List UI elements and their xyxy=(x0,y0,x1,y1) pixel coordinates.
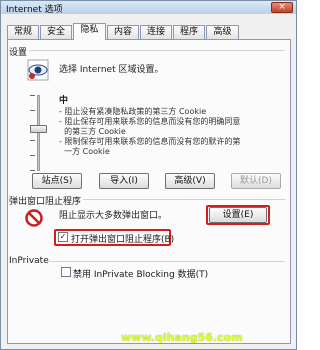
privacy-bullet: - 限制保存可用来联系您的信息而没有您的默许的第 xyxy=(59,137,241,146)
advanced-button[interactable]: 高级(V) xyxy=(165,173,215,189)
inprivate-checkbox[interactable] xyxy=(61,267,71,277)
popup-blocker-description: 阻止显示大多数弹出窗口。 xyxy=(59,211,168,221)
close-button[interactable]: × xyxy=(271,2,293,13)
popup-settings-button[interactable]: 设置(E) xyxy=(209,207,267,223)
slider-tick xyxy=(30,140,35,141)
inprivate-divider xyxy=(49,261,285,262)
privacy-level-label: 中 xyxy=(59,96,69,106)
tab-connections[interactable]: 连接 xyxy=(140,25,172,39)
tab-advanced[interactable]: 高级 xyxy=(206,25,239,39)
settings-divider xyxy=(29,50,285,51)
title-bar: Internet 选项 × xyxy=(1,1,296,15)
default-button[interactable]: 默认(D) xyxy=(231,173,281,189)
inprivate-group-label: InPrivate xyxy=(9,256,49,266)
privacy-panel xyxy=(7,39,291,344)
tab-privacy[interactable]: 隐私 xyxy=(73,23,106,40)
internet-options-dialog: Internet 选项 × 常规 安全 隐私 内容 连接 程序 高级 设置 选择… xyxy=(0,0,297,350)
privacy-slider-track[interactable] xyxy=(37,95,40,171)
privacy-eye-icon xyxy=(27,59,49,81)
import-button[interactable]: 导入(I) xyxy=(99,173,149,189)
sites-button[interactable]: 站点(S) xyxy=(32,173,82,189)
slider-tick xyxy=(30,95,35,96)
tab-content[interactable]: 内容 xyxy=(107,25,139,39)
window-title: Internet 选项 xyxy=(6,5,63,15)
popup-block-icon xyxy=(25,209,43,227)
tab-programs[interactable]: 程序 xyxy=(173,25,205,39)
tab-general[interactable]: 常规 xyxy=(7,25,39,39)
privacy-slider-thumb[interactable] xyxy=(30,125,47,133)
popup-blocker-group-label: 弹出窗口阻止程序 xyxy=(9,197,82,207)
privacy-bullet: - 阻止保存可用来联系您的信息而没有您的明确同意 xyxy=(59,117,241,126)
privacy-bullet: 的第三方 Cookie xyxy=(59,127,126,136)
popup-blocker-checkbox-label[interactable]: 打开弹出窗口阻止程序(B) xyxy=(71,232,174,245)
site-watermark: www.qihang56.com xyxy=(121,331,243,344)
privacy-bullet: 一方 Cookie xyxy=(59,147,110,156)
inprivate-checkbox-label[interactable]: 禁用 InPrivate Blocking 数据(T) xyxy=(73,267,208,280)
tab-security[interactable]: 安全 xyxy=(40,25,72,39)
popup-divider xyxy=(83,199,285,200)
slider-tick xyxy=(30,155,35,156)
settings-group-label: 设置 xyxy=(9,48,28,58)
privacy-instruction: 选择 Internet 区域设置。 xyxy=(59,65,164,75)
privacy-bullet: - 阻止没有紧凑隐私政策的第三方 Cookie xyxy=(59,107,207,116)
slider-tick xyxy=(30,170,35,171)
popup-blocker-checkbox[interactable]: ✓ xyxy=(58,232,68,242)
slider-tick xyxy=(30,110,35,111)
